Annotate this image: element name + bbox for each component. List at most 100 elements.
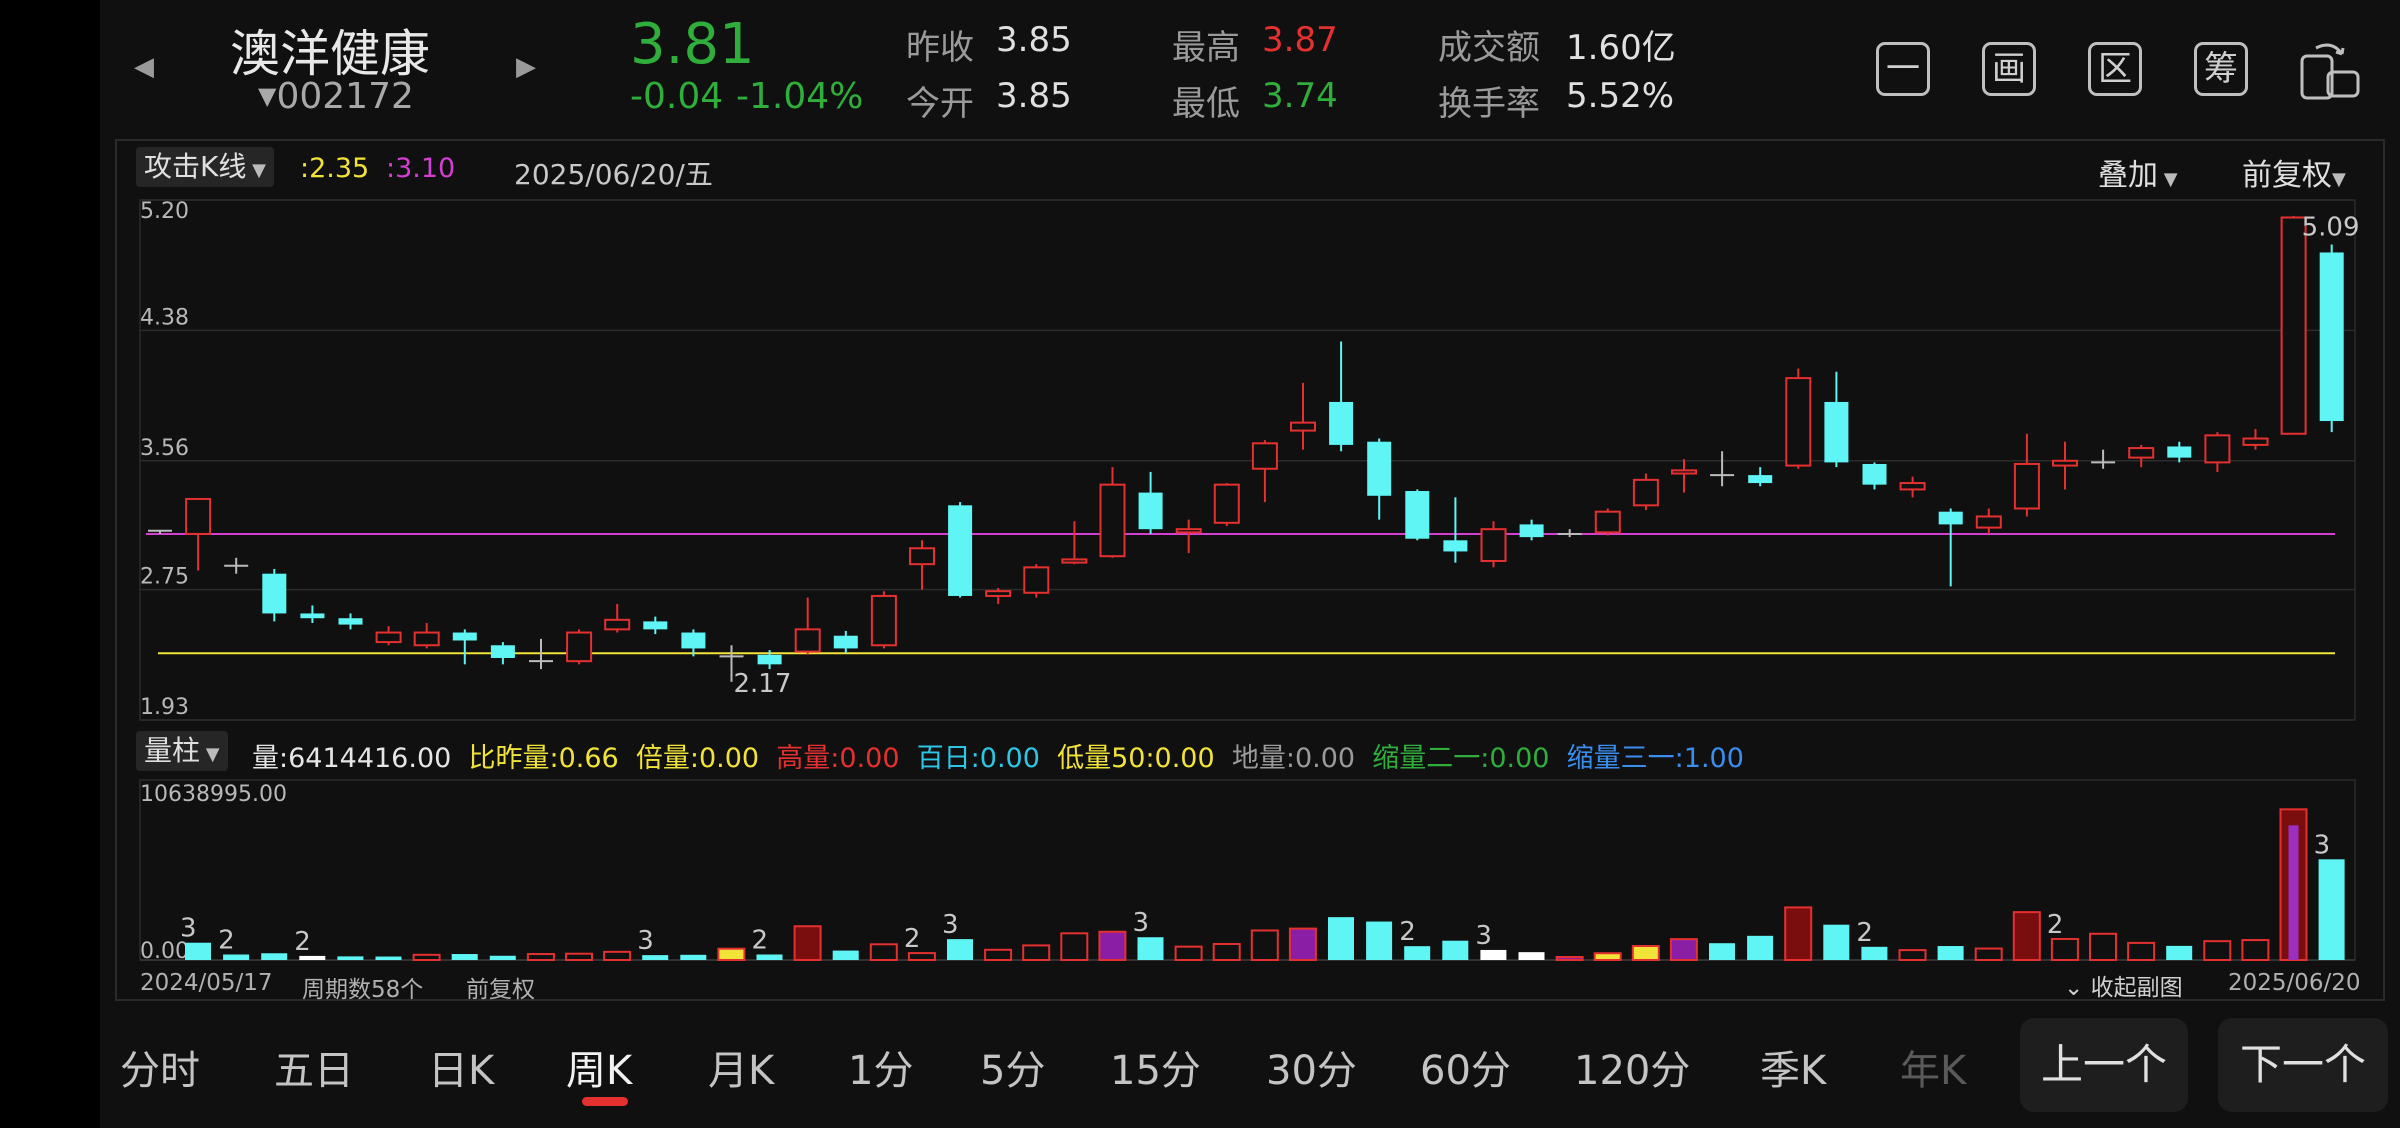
collapse-subchart-button[interactable]: ⌄ 收起副图 [2064, 968, 2183, 1002]
candle-up [1671, 469, 1697, 475]
volume-bar [565, 952, 593, 961]
volume-bar [984, 948, 1013, 962]
candle-up [1290, 421, 1316, 432]
candle-up [604, 618, 631, 631]
volume-bar [717, 947, 746, 961]
volume-bar [1480, 949, 1507, 960]
volume-y-max: 10638995.00 [140, 782, 287, 807]
footer-adjust: 前复权 [466, 977, 535, 1003]
tab-30min[interactable]: 30分 [1266, 1038, 1357, 1096]
volume-bar [1898, 949, 1927, 961]
candle-up [1061, 558, 1088, 564]
active-tab-indicator [582, 1097, 628, 1106]
legend-low50: 低量50:0.00 [1057, 743, 1215, 774]
chevron-down-icon: ▼ [200, 744, 220, 765]
candle-up [2128, 447, 2155, 459]
y-tick-label: 1.93 [140, 695, 189, 720]
volume-bar [1747, 935, 1774, 960]
candle-down [452, 632, 477, 641]
volume-bar [1328, 917, 1354, 960]
volume-bar-tag: 2 [904, 924, 921, 954]
candle-down [1519, 524, 1544, 538]
tab-15min[interactable]: 15分 [1110, 1038, 1201, 1096]
chevron-down-icon: ⌄ [2064, 975, 2091, 1001]
next-button[interactable]: 下一个 [2218, 1018, 2388, 1112]
volume-indicator-label: 量柱 [144, 734, 201, 767]
candle-up [2052, 459, 2078, 467]
legend-shrink-third: 缩量三一:1.00 [1566, 743, 1744, 774]
prev-button[interactable]: 上一个 [2020, 1018, 2188, 1112]
price-plot-frame [139, 199, 2356, 721]
volume-bar [2241, 939, 2270, 961]
candle-up [1251, 442, 1278, 470]
candle-up [1632, 478, 1659, 507]
tab-monthly-k[interactable]: 月K [708, 1038, 774, 1096]
candle-down [833, 635, 858, 649]
legend-hundred-day: 百日:0.00 [916, 743, 1040, 774]
candle-down [2167, 446, 2192, 458]
candle-up [2280, 216, 2307, 435]
candle-down [1443, 540, 1468, 552]
volume-bar [261, 953, 288, 960]
candle-down [757, 654, 782, 665]
volume-bar [1593, 952, 1622, 962]
candle-up [1480, 528, 1507, 562]
volume-bar [2166, 945, 2193, 960]
tab-quarterly-k[interactable]: 季K [1760, 1038, 1826, 1096]
legend-ratio: 比昨量:0.66 [468, 743, 619, 774]
volume-indicator-dropdown[interactable]: 量柱 ▼ [136, 731, 228, 771]
tab-5min[interactable]: 5分 [980, 1038, 1045, 1096]
tab-yearly-k[interactable]: 年K [1900, 1038, 1966, 1096]
volume-bar [869, 943, 898, 962]
tab-1min[interactable]: 1分 [848, 1038, 913, 1096]
legend-double: 倍量:0.00 [635, 743, 760, 774]
volume-bar [1060, 932, 1089, 961]
volume-bar-tag: 3 [942, 910, 959, 940]
volume-bar-core [2288, 825, 2299, 960]
start-date: 2024/05/17 [140, 970, 273, 996]
tab-daily-k[interactable]: 日K [428, 1038, 494, 1096]
candle-down [2319, 252, 2344, 422]
legend-ground: 地量:0.00 [1231, 743, 1356, 774]
volume-bar-tag: 3 [2314, 830, 2331, 860]
volume-bar [1784, 906, 1813, 962]
volume-bar-tag: 2 [218, 926, 235, 956]
tab-weekly-k[interactable]: 周K [566, 1038, 632, 1096]
candle-up [185, 497, 212, 535]
y-tick-label: 4.38 [140, 305, 189, 330]
volume-bar [680, 954, 707, 960]
volume-bar [2012, 911, 2041, 962]
volume-bar [2127, 941, 2156, 962]
tab-time-share[interactable]: 分时 [120, 1038, 200, 1096]
tab-five-day[interactable]: 五日 [274, 1038, 354, 1096]
end-date: 2025/06/20 [2228, 970, 2361, 996]
max-price-label: 5.09 [2302, 212, 2360, 242]
volume-bar [451, 954, 478, 960]
candle-up [1023, 566, 1050, 594]
volume-bar [1174, 945, 1203, 962]
volume-bar [2089, 932, 2117, 962]
volume-bar [375, 956, 402, 960]
volume-bar [1250, 929, 1279, 961]
candle-up [413, 631, 440, 647]
y-tick-label: 5.20 [140, 199, 189, 224]
candlestick-chart[interactable]: 5.204.383.562.751.935.092.1710638995.000… [100, 0, 2400, 1010]
collapse-label: 收起副图 [2090, 975, 2183, 1001]
candle-down [490, 645, 515, 658]
candle-down [1138, 492, 1163, 530]
candle-down [1329, 401, 1354, 445]
candle-down [681, 632, 706, 649]
volume-bar [185, 942, 211, 960]
volume-bar [907, 952, 936, 961]
candle-down [262, 573, 287, 614]
legend-vol: 量:6414416.00 [252, 743, 452, 774]
candle-down [1748, 475, 1773, 484]
candle-down [1367, 441, 1392, 496]
volume-bar-tag: 2 [752, 926, 769, 956]
legend-shrink-half: 缩量二一:0.00 [1372, 743, 1550, 774]
volume-bar [1137, 937, 1164, 960]
period-count: 周期数58个 [302, 977, 424, 1003]
legend-high-vol: 高量:0.00 [776, 743, 900, 774]
tab-120min[interactable]: 120分 [1574, 1038, 1690, 1096]
tab-60min[interactable]: 60分 [1420, 1038, 1511, 1096]
